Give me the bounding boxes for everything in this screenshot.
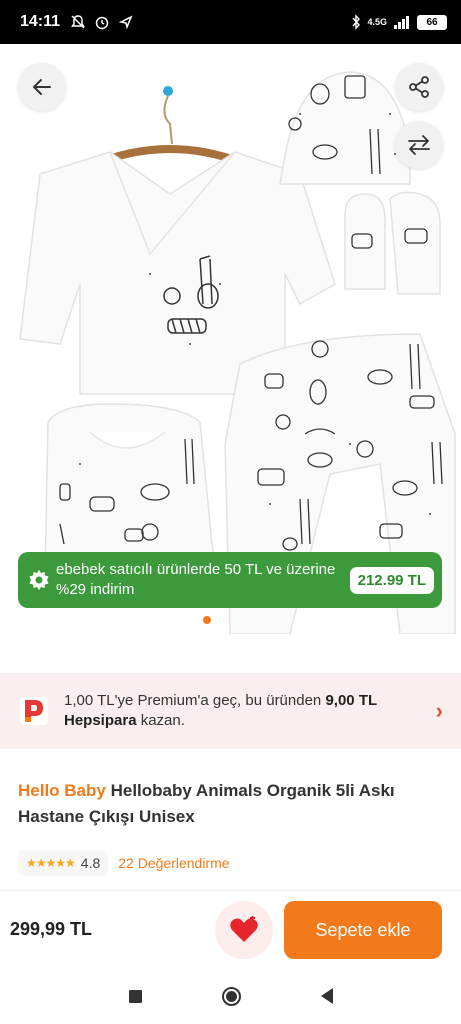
status-time: 14:11 (20, 13, 61, 30)
network-label: 4.5G (367, 17, 387, 27)
product-title: Hello Baby Hellobaby Animals Organik 5li… (18, 778, 442, 830)
gallery-page-indicator (203, 616, 211, 624)
status-bar: 14:11 4.5G 66 (0, 0, 461, 44)
promo-text: ebebek satıcılı ürünlerde 50 TL ve üzeri… (56, 561, 336, 598)
back-button[interactable] (18, 63, 66, 111)
seller-promo-banner[interactable]: ebebek satıcılı ürünlerde 50 TL ve üzeri… (18, 552, 442, 608)
mute-bell-icon (71, 15, 86, 29)
premium-brand: Hepsipara (64, 712, 137, 729)
hepsipara-logo (20, 697, 48, 725)
chevron-right-icon: › (435, 698, 443, 723)
product-brand-link[interactable]: Hello Baby (18, 781, 106, 800)
signal-icon (394, 16, 409, 29)
premium-text: 1,00 TL'ye Premium'a geç, bu üründen 9,0… (64, 691, 436, 731)
reviews-link[interactable]: 22 Değerlendirme (118, 855, 229, 871)
product-gallery[interactable] (0, 44, 461, 634)
favorite-button[interactable] (215, 901, 273, 959)
compare-button[interactable] (395, 121, 443, 169)
app-root: 14:11 4.5G 66 ebebek satıcılı ürünlerde … (0, 0, 461, 1024)
rating-row[interactable]: ★★★★★ 4.8 22 Değerlendirme (18, 848, 230, 878)
share-icon (409, 76, 429, 98)
home-icon[interactable] (221, 986, 241, 1006)
heart-icon (230, 916, 258, 942)
product-price: 299,99 TL (10, 919, 93, 939)
premium-amount: 9,00 TL (325, 692, 378, 709)
star-icon: ★★★★★ (26, 856, 76, 870)
alarm-icon (95, 16, 109, 30)
product-image (19, 71, 456, 634)
rating-score: 4.8 (80, 855, 101, 871)
battery-indicator: 66 (417, 14, 447, 30)
premium-text-suffix: kazan. (136, 712, 185, 729)
compare-icon (408, 135, 430, 155)
gear-badge-icon (29, 570, 49, 590)
share-button[interactable] (395, 63, 443, 111)
rating-box: ★★★★★ 4.8 (18, 850, 109, 876)
back-icon[interactable] (320, 988, 333, 1004)
status-right: 4.5G 66 (351, 14, 447, 30)
promo-price: 212.99 TL (349, 566, 434, 594)
premium-banner[interactable]: 1,00 TL'ye Premium'a geç, bu üründen 9,0… (0, 673, 461, 749)
status-left-icons (70, 14, 134, 30)
back-arrow-icon (33, 79, 51, 95)
system-navigation-bar (0, 968, 461, 1024)
add-to-cart-button[interactable]: Sepete ekle (284, 901, 442, 959)
bluetooth-icon (352, 14, 361, 30)
premium-text-prefix: 1,00 TL'ye Premium'a geç, bu üründen (64, 692, 326, 709)
recents-icon[interactable] (128, 989, 142, 1003)
navigation-icon (118, 15, 133, 30)
bottom-action-bar: 299,99 TL Sepete ekle (0, 890, 461, 968)
